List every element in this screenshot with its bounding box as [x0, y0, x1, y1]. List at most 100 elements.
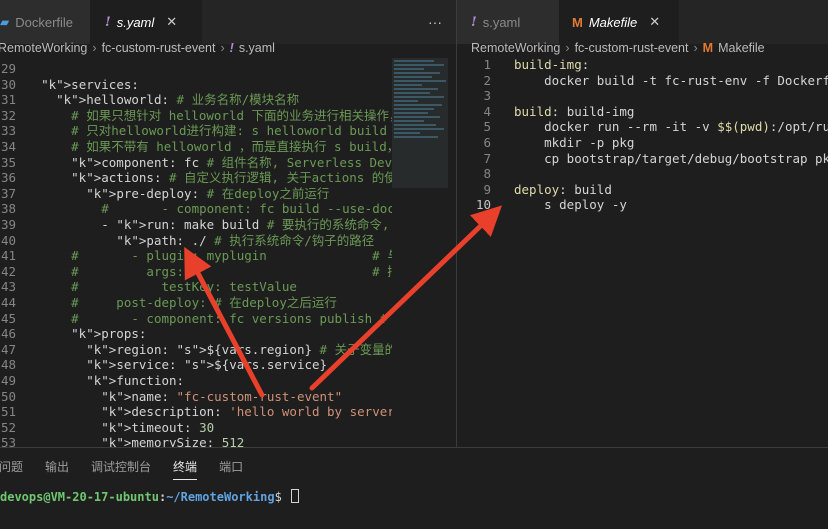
code-line: # args: # 插件的参数 [71, 263, 392, 279]
tab-label: Dockerfile [15, 14, 74, 30]
breadcrumb-item[interactable]: fc-custom-rust-event [102, 41, 216, 55]
panel-tab-output[interactable]: 输出 [45, 458, 69, 480]
yaml-icon: ! [105, 14, 111, 30]
line-number: 32 [0, 107, 16, 123]
code-line: "k">service: "s">${vars.service} [86, 357, 328, 373]
line-number: 44 [0, 295, 16, 310]
line-number: 42 [0, 263, 16, 279]
code-line: "k">path: ./ # 执行系统命令/钩子的路径 [116, 232, 375, 248]
terminal-prompt: $ [274, 490, 290, 504]
code-line: # 如果不带有 helloworld ，而是直接执行 s build，工具则会对 [71, 139, 392, 154]
line-number: 5 [483, 119, 491, 135]
panel-tab-debug-console[interactable]: 调试控制台 [91, 458, 151, 480]
terminal[interactable]: devops@VM-20-17-ubuntu:~/RemoteWorking$ [0, 489, 300, 504]
code-line: docker run --rm -it -v $$(pwd):/opt/rust… [514, 119, 828, 135]
line-number: 30 [0, 76, 16, 92]
line-number: 31 [0, 92, 16, 108]
code-line: # post-deploy: # 在deploy之后运行 [71, 295, 337, 310]
makefile-icon: M [702, 41, 714, 55]
breadcrumb-item[interactable]: Makefile [718, 41, 765, 55]
line-number: 37 [0, 185, 16, 201]
line-number: 40 [0, 232, 16, 248]
line-number: 9 [483, 181, 491, 197]
code-line: docker build -t fc-rust-env -f Dockerfil… [544, 72, 828, 88]
line-number: 4 [483, 103, 491, 119]
code-line: # - plugin: myplugin # 与运行的插 [71, 248, 392, 264]
line-number: 45 [0, 310, 16, 326]
line-number: 50 [0, 388, 16, 404]
code-line: # - component: fc versions publish # 要运行… [71, 310, 388, 326]
line-number: 34 [0, 139, 16, 154]
code-line: mkdir -p pkg [514, 135, 635, 150]
line-number: 43 [0, 279, 16, 295]
chevron-right-icon: › [565, 41, 570, 55]
breadcrumb-item[interactable]: s.yaml [239, 41, 275, 55]
yaml-icon: ! [471, 14, 477, 30]
line-number: 41 [0, 248, 16, 264]
line-number: 3 [483, 88, 491, 104]
chevron-right-icon: › [693, 41, 698, 55]
tab-label: Makefile [588, 14, 638, 30]
makefile-icon: M [572, 14, 583, 30]
tab-label: s.yaml [116, 14, 155, 30]
bottom-panel: 问题 输出 调试控制台 终端 端口 devops@VM-20-17-ubuntu… [0, 447, 828, 529]
line-number: 52 [0, 419, 16, 435]
code-line: - "k">run: make build # 要执行的系统命令, 类似于一种钩… [26, 217, 390, 232]
code-line: "k">services: [41, 76, 139, 92]
code-line: # 如果只想针对 helloworld 下面的业务进行相关操作，可以在命令 [71, 107, 392, 123]
line-number: 33 [0, 123, 16, 139]
panel-tab-terminal[interactable]: 终端 [173, 458, 198, 480]
line-number: 7 [483, 150, 491, 166]
breadcrumb-right: RemoteWorking › fc-custom-rust-event › M… [471, 38, 821, 58]
code-line: "k">memorySize: 512 [101, 435, 245, 447]
terminal-cursor [291, 489, 300, 503]
code-line: "k">props: [71, 326, 147, 342]
code-line: build-img: [514, 57, 590, 72]
code-line: "k">actions: # 自定义执行逻辑, 关于actions 的使用，可以… [71, 170, 392, 186]
breadcrumb-item[interactable]: RemoteWorking [471, 41, 560, 55]
line-number: 6 [483, 135, 491, 150]
line-number: 36 [0, 170, 16, 186]
line-number: 35 [0, 154, 16, 170]
line-number: 47 [0, 341, 16, 357]
code-line: # testKey: testValue [71, 279, 297, 295]
panel-tabs: 问题 输出 调试控制台 终端 端口 [0, 458, 243, 480]
code-line: "k">region: "s">${vars.region} # 关于变量的使用… [86, 341, 392, 357]
scrollbar[interactable] [449, 58, 456, 447]
code-line: s deploy -y [514, 197, 627, 213]
panel-tab-problems[interactable]: 问题 [0, 458, 23, 480]
code-line: # 只对helloworld进行构建: s helloworld build [71, 123, 387, 139]
line-number: 1 [483, 57, 491, 72]
code-line: # - component: fc build --use-docker # 要 [101, 201, 392, 217]
right-code-editor[interactable]: 1 build-img: 2 docker build -t fc-rust-env… [457, 57, 828, 447]
line-number: 53 [0, 435, 16, 447]
breadcrumb: RemoteWorking › fc-custom-rust-event › !… [0, 38, 450, 58]
close-icon[interactable]: ✕ [649, 14, 660, 30]
code-line: build: build-img [514, 103, 635, 119]
code-line: "k">pre-deploy: # 在deploy之前运行 [86, 185, 330, 201]
chevron-right-icon: › [92, 41, 97, 55]
code-line: "k">description: 'hello world by serverl… [101, 404, 392, 420]
minimap[interactable] [392, 58, 448, 188]
breadcrumb-item[interactable]: RemoteWorking [0, 41, 87, 55]
code-line: cp bootstrap/target/debug/bootstrap pkg/ [514, 150, 828, 166]
line-number: 39 [0, 217, 16, 232]
panel-tab-ports[interactable]: 端口 [219, 458, 243, 480]
code-line: "k">timeout: 30 [101, 419, 215, 435]
line-number: 10 [475, 197, 491, 213]
yaml-icon: ! [229, 41, 234, 55]
code-line: "k">function: [86, 373, 185, 388]
line-number: 2 [483, 72, 491, 88]
breadcrumb-item[interactable]: fc-custom-rust-event [575, 41, 689, 55]
tab-label: s.yaml [482, 14, 521, 30]
line-number: 51 [0, 404, 16, 420]
line-number: 48 [0, 357, 16, 373]
line-number: 8 [483, 166, 491, 182]
left-code-editor[interactable]: 29 30 "k">services: 31 "k">helloworld: # 业… [0, 61, 392, 447]
line-number: 38 [0, 201, 16, 217]
code-line: deploy: build [514, 181, 612, 197]
line-number: 46 [0, 326, 16, 342]
docker-icon: ▰ [0, 15, 10, 29]
code-line: "k">component: fc # 组件名称, Serverless Dev… [71, 154, 392, 170]
close-icon[interactable]: ✕ [166, 14, 177, 30]
